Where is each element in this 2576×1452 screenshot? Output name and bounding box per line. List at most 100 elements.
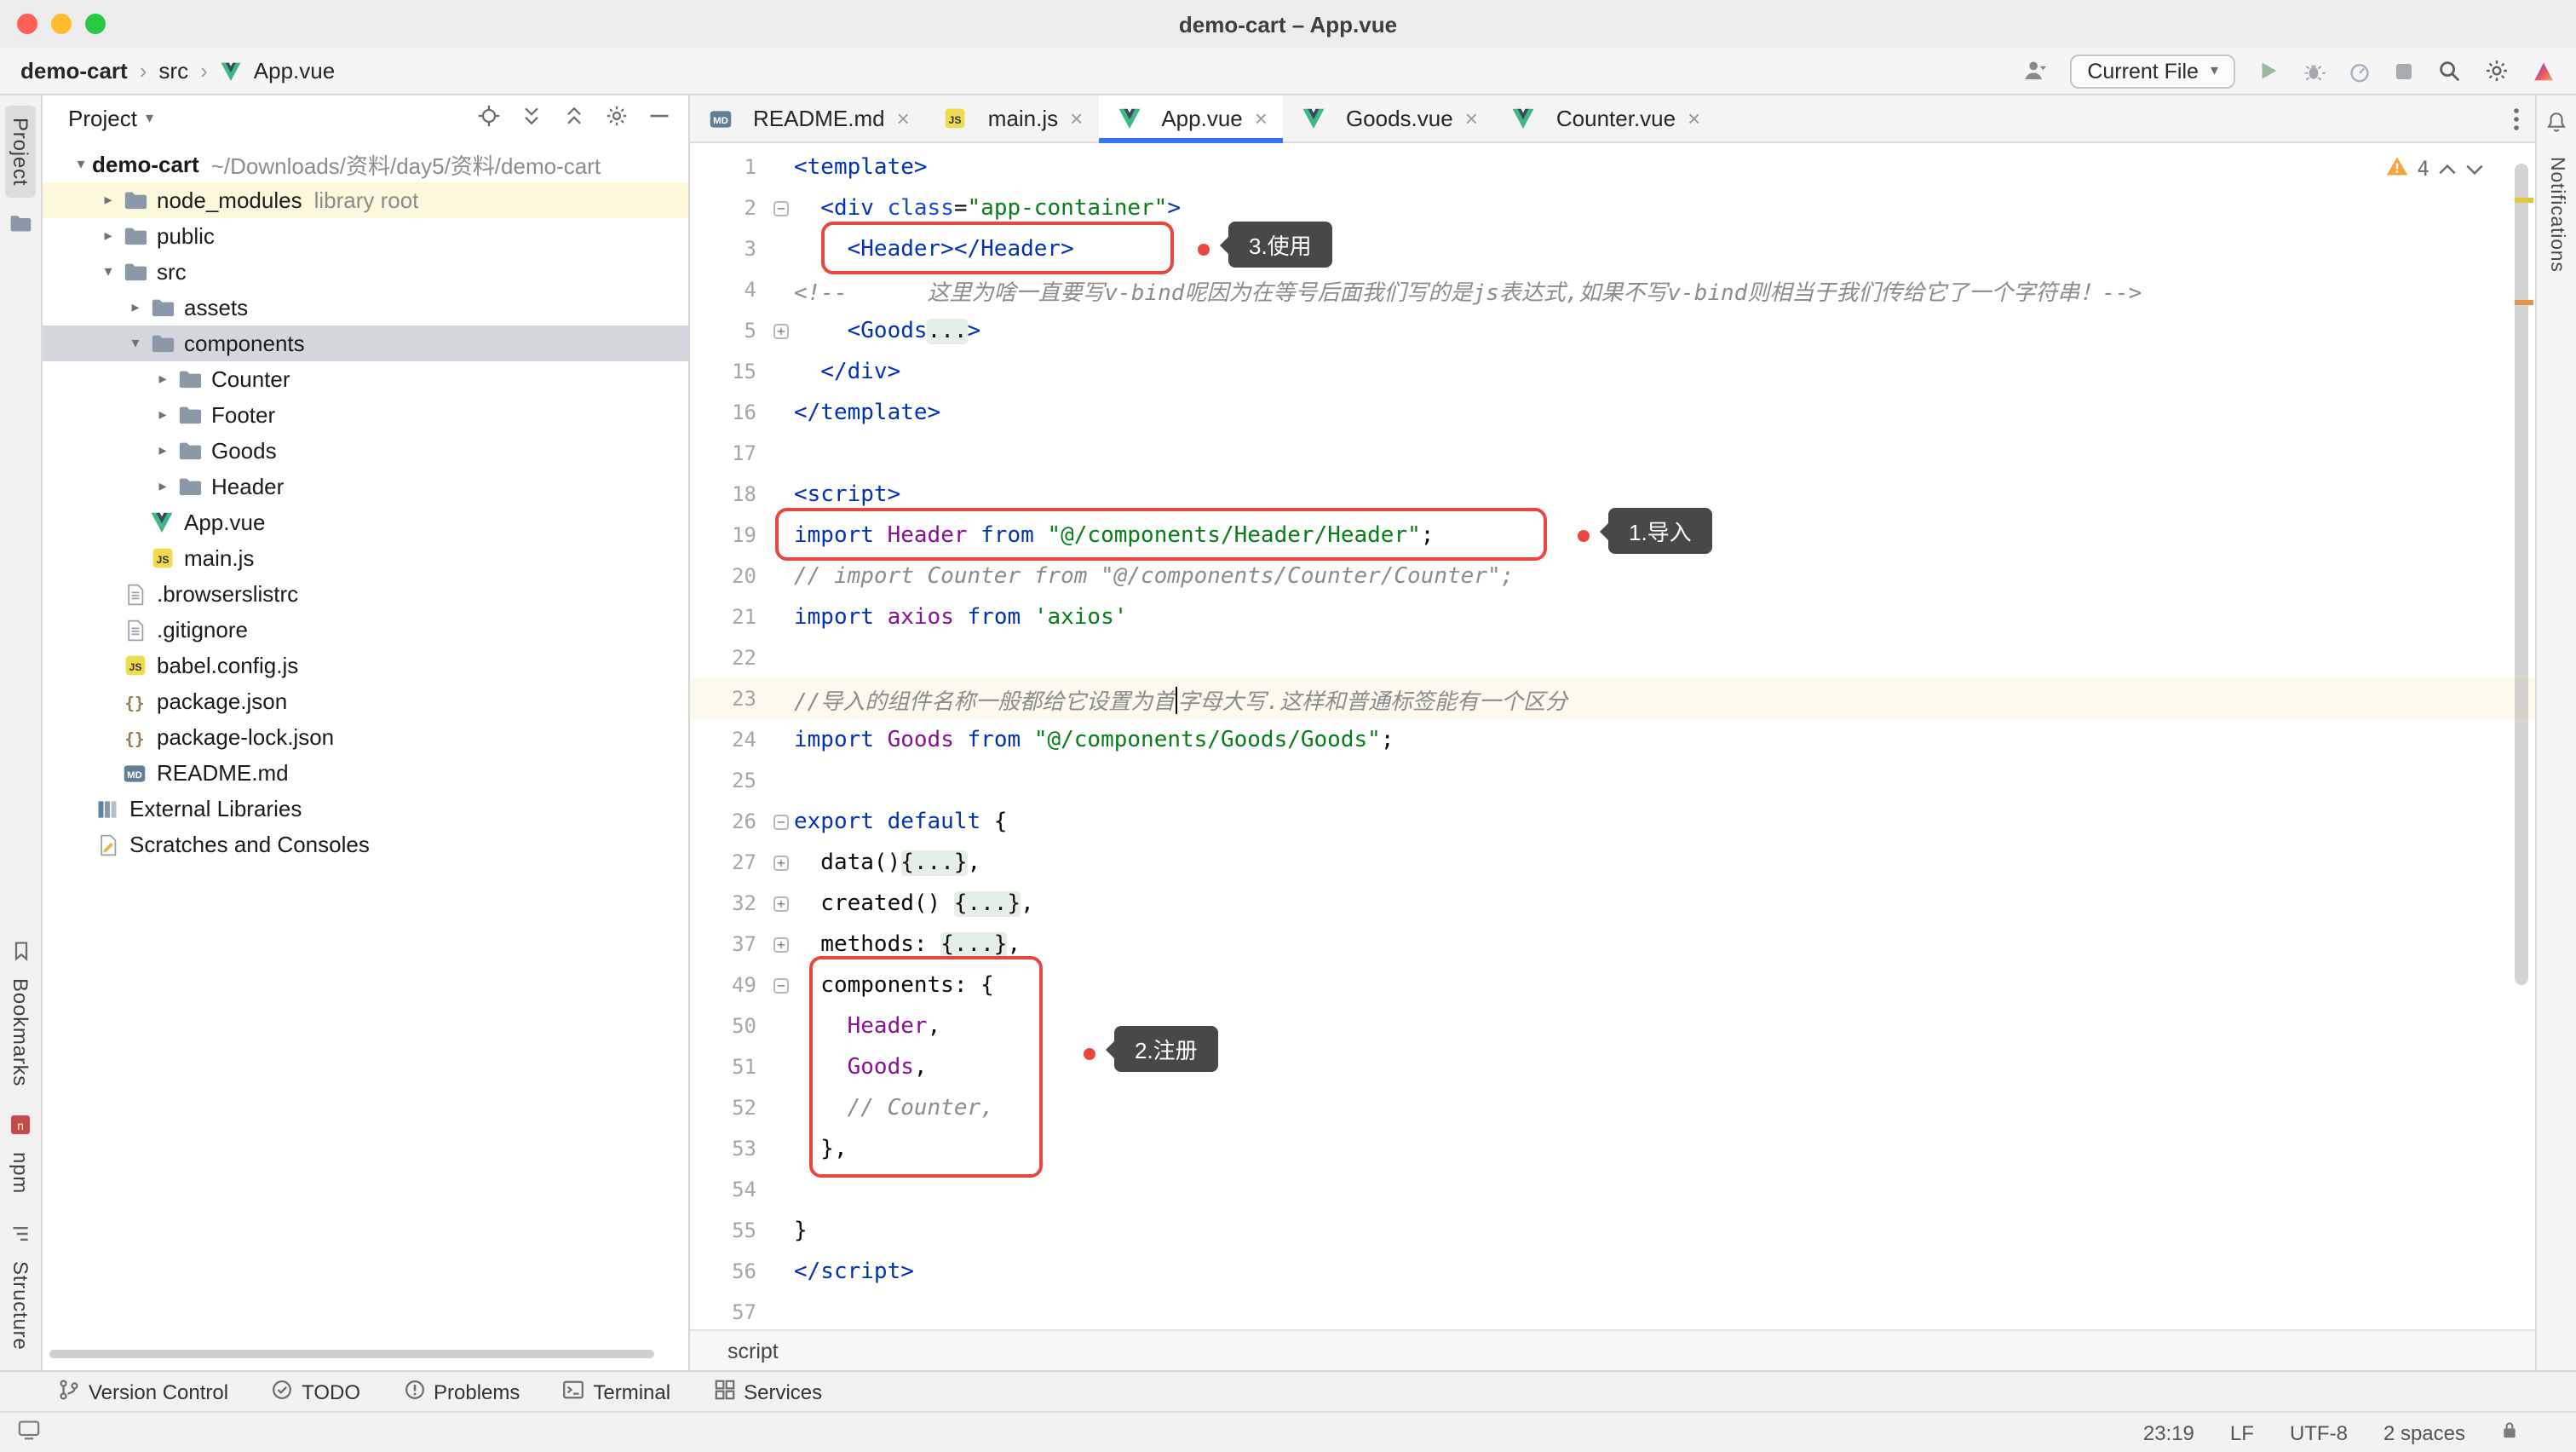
code-line-15[interactable]: 15 </div> bbox=[690, 351, 2535, 392]
line-number[interactable]: 24 bbox=[690, 728, 768, 752]
chevron-closed-icon[interactable]: ▸ bbox=[97, 191, 119, 210]
line-number[interactable]: 37 bbox=[690, 932, 768, 956]
settings-gear-icon[interactable] bbox=[2484, 58, 2510, 84]
tree-row-package.json[interactable]: {}package.json bbox=[43, 683, 688, 719]
more-tabs-icon[interactable] bbox=[2513, 107, 2520, 130]
warning-stripe-mark[interactable] bbox=[2515, 300, 2533, 305]
code-line-56[interactable]: 56</script> bbox=[690, 1251, 2535, 1292]
tree-row-demo-cart[interactable]: ▾demo-cart~/Downloads/资料/day5/资料/demo-ca… bbox=[43, 147, 688, 182]
tool-window-button-structure[interactable]: Structure bbox=[9, 1221, 32, 1350]
chevron-down-icon[interactable]: ▾ bbox=[146, 109, 153, 128]
tool-window-button-notifications[interactable]: Notifications bbox=[2546, 157, 2567, 273]
tool-window-button-version-control[interactable]: Version Control bbox=[58, 1378, 228, 1405]
fold-expand-icon[interactable]: + bbox=[773, 896, 789, 911]
line-number[interactable]: 56 bbox=[690, 1259, 768, 1283]
panel-settings-gear-icon[interactable] bbox=[605, 104, 629, 133]
tool-window-button-problems[interactable]: Problems bbox=[403, 1378, 520, 1405]
code-line-24[interactable]: 24import Goods from "@/components/Goods/… bbox=[690, 719, 2535, 760]
debug-button[interactable] bbox=[2302, 59, 2326, 83]
tree-row-main.js[interactable]: JSmain.js bbox=[43, 540, 688, 576]
chevron-open-icon[interactable]: ▾ bbox=[70, 155, 92, 174]
code-line-55[interactable]: 55} bbox=[690, 1210, 2535, 1251]
tree-row-external-libraries[interactable]: External Libraries bbox=[43, 791, 688, 827]
line-number[interactable]: 22 bbox=[690, 646, 768, 670]
chevron-closed-icon[interactable]: ▸ bbox=[152, 406, 174, 424]
stop-button[interactable] bbox=[2394, 60, 2414, 81]
warning-stripe-mark[interactable] bbox=[2515, 198, 2533, 203]
tree-row-public[interactable]: ▸public bbox=[43, 218, 688, 254]
tree-row-counter[interactable]: ▸Counter bbox=[43, 361, 688, 397]
line-number[interactable]: 49 bbox=[690, 973, 768, 997]
fold-collapse-icon[interactable]: − bbox=[773, 977, 789, 993]
user-account-icon[interactable] bbox=[2022, 58, 2048, 84]
line-number[interactable]: 2 bbox=[690, 196, 768, 220]
close-tab-icon[interactable]: × bbox=[1070, 106, 1083, 131]
next-item-icon[interactable] bbox=[2465, 157, 2484, 181]
notifications-bell-icon[interactable] bbox=[2545, 111, 2567, 141]
tree-row-goods[interactable]: ▸Goods bbox=[43, 433, 688, 469]
line-number[interactable]: 16 bbox=[690, 400, 768, 424]
tool-window-button-bookmarks[interactable]: Bookmarks bbox=[9, 938, 32, 1086]
tree-row-readme.md[interactable]: MDREADME.md bbox=[43, 755, 688, 791]
close-tab-icon[interactable]: × bbox=[1465, 106, 1478, 131]
inspections-widget[interactable]: 4 bbox=[2385, 155, 2484, 182]
code-line-23[interactable]: 23//导入的组件名称一般都给它设置为首字母大写.这样和普通标签能有一个区分 bbox=[690, 678, 2535, 719]
horizontal-scrollbar[interactable] bbox=[49, 1350, 654, 1358]
tool-window-button-todo[interactable]: TODO bbox=[271, 1378, 360, 1405]
code-line-25[interactable]: 25 bbox=[690, 760, 2535, 801]
search-everywhere-icon[interactable] bbox=[2436, 58, 2462, 84]
close-window-button[interactable] bbox=[17, 14, 37, 34]
code-line-27[interactable]: 27+ data(){...}, bbox=[690, 842, 2535, 883]
tree-row-src[interactable]: ▾src bbox=[43, 254, 688, 290]
indent-setting[interactable]: 2 spaces bbox=[2383, 1420, 2465, 1444]
prev-item-icon[interactable] bbox=[2438, 157, 2457, 181]
vertical-scrollbar[interactable] bbox=[2515, 164, 2528, 985]
tool-window-button-services[interactable]: Services bbox=[713, 1378, 822, 1405]
line-number[interactable]: 19 bbox=[690, 523, 768, 547]
line-number[interactable]: 55 bbox=[690, 1219, 768, 1242]
code-line-17[interactable]: 17 bbox=[690, 433, 2535, 474]
close-tab-icon[interactable]: × bbox=[1255, 106, 1268, 131]
chevron-closed-icon[interactable]: ▸ bbox=[152, 441, 174, 460]
line-number[interactable]: 21 bbox=[690, 605, 768, 629]
breadcrumb-src[interactable]: src bbox=[158, 58, 188, 84]
project-folder-icon[interactable] bbox=[9, 211, 32, 235]
line-number[interactable]: 51 bbox=[690, 1055, 768, 1079]
chevron-open-icon[interactable]: ▾ bbox=[97, 262, 119, 281]
tree-row-babel.config.js[interactable]: JSbabel.config.js bbox=[43, 648, 688, 683]
chevron-closed-icon[interactable]: ▸ bbox=[97, 227, 119, 245]
close-tab-icon[interactable]: × bbox=[1688, 106, 1700, 131]
zoom-window-button[interactable] bbox=[85, 14, 106, 34]
line-number[interactable]: 27 bbox=[690, 850, 768, 874]
tool-window-button-terminal[interactable]: Terminal bbox=[562, 1378, 670, 1405]
line-number[interactable]: 52 bbox=[690, 1096, 768, 1120]
line-number[interactable]: 1 bbox=[690, 155, 768, 179]
code-line-57[interactable]: 57 bbox=[690, 1292, 2535, 1329]
code-line-21[interactable]: 21import axios from 'axios' bbox=[690, 596, 2535, 637]
code-line-32[interactable]: 32+ created() {...}, bbox=[690, 883, 2535, 924]
ai-plugin-icon[interactable] bbox=[2532, 59, 2556, 83]
line-number[interactable]: 54 bbox=[690, 1178, 768, 1201]
tree-row-package-lock.json[interactable]: {}package-lock.json bbox=[43, 719, 688, 755]
tab-main.js[interactable]: JSmain.js× bbox=[925, 95, 1099, 141]
line-number[interactable]: 5 bbox=[690, 319, 768, 343]
line-number[interactable]: 53 bbox=[690, 1137, 768, 1161]
tab-counter.vue[interactable]: Counter.vue× bbox=[1493, 95, 1716, 141]
fold-expand-icon[interactable]: + bbox=[773, 323, 789, 338]
line-number[interactable]: 50 bbox=[690, 1014, 768, 1038]
project-panel-title[interactable]: Project bbox=[68, 106, 137, 131]
file-encoding[interactable]: UTF-8 bbox=[2290, 1420, 2348, 1444]
locate-file-icon[interactable] bbox=[477, 104, 501, 133]
tree-row-.gitignore[interactable]: .gitignore bbox=[43, 612, 688, 648]
chevron-open-icon[interactable]: ▾ bbox=[124, 334, 147, 353]
line-number[interactable]: 23 bbox=[690, 687, 768, 711]
chevron-closed-icon[interactable]: ▸ bbox=[152, 370, 174, 389]
expand-all-icon[interactable] bbox=[562, 104, 586, 133]
fold-collapse-icon[interactable]: − bbox=[773, 200, 789, 216]
tab-app.vue[interactable]: App.vue× bbox=[1098, 95, 1283, 141]
tree-row-app.vue[interactable]: App.vue bbox=[43, 504, 688, 540]
tree-row-assets[interactable]: ▸assets bbox=[43, 290, 688, 326]
fold-expand-icon[interactable]: + bbox=[773, 855, 789, 870]
code-line-20[interactable]: 20// import Counter from "@/components/C… bbox=[690, 556, 2535, 596]
minimize-window-button[interactable] bbox=[51, 14, 72, 34]
